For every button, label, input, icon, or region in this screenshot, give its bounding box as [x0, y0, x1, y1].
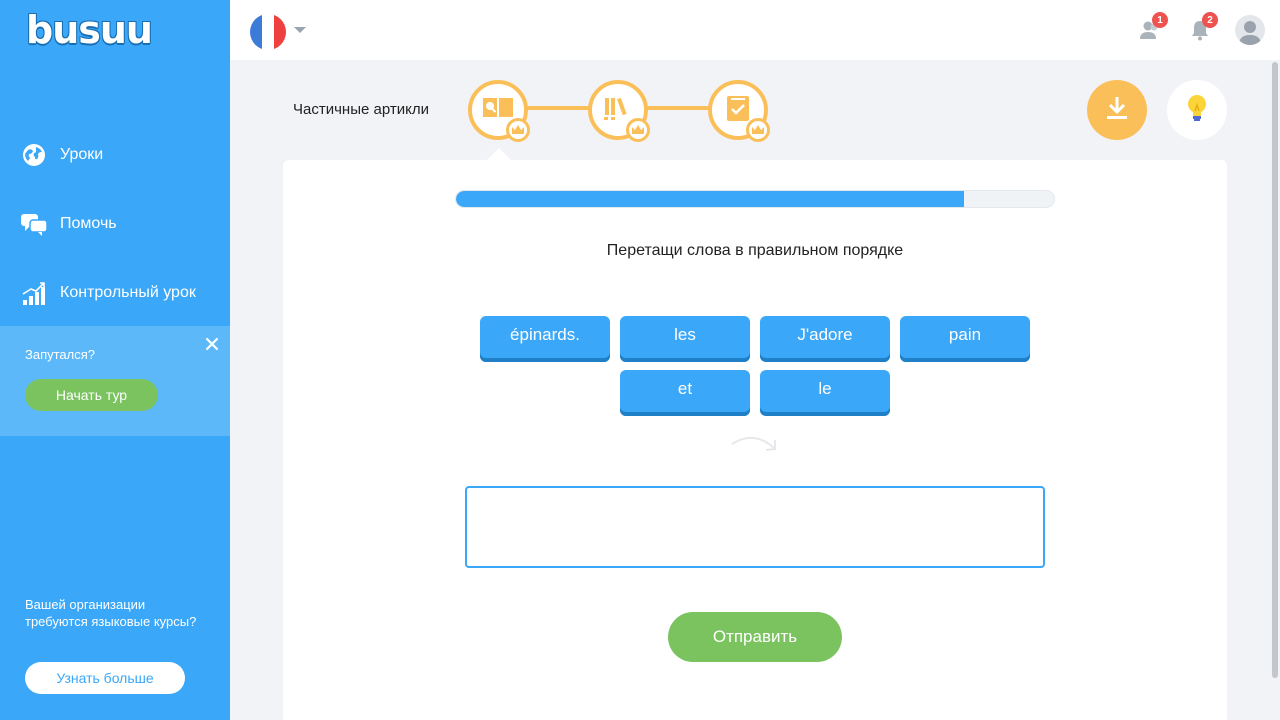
step-grammar[interactable]: [588, 80, 650, 142]
sidebar-item-label: Уроки: [60, 146, 104, 163]
learn-more-button[interactable]: Узнать больше: [25, 662, 185, 694]
close-icon[interactable]: [204, 336, 220, 352]
chevron-down-icon[interactable]: [294, 27, 306, 33]
sidebar-item-label: Помочь: [60, 215, 117, 232]
word-tile[interactable]: J'adore: [760, 316, 890, 362]
progress-bar-fill: [456, 191, 965, 207]
step-connector: [646, 106, 712, 110]
curved-arrow-icon: [728, 432, 784, 460]
bell-icon[interactable]: 2: [1188, 12, 1218, 42]
sidebar-item-label: Контрольный урок: [60, 284, 196, 301]
bar-chart-icon: [20, 279, 48, 307]
active-step-pointer: [487, 148, 511, 160]
start-tour-button[interactable]: Начать тур: [25, 379, 158, 411]
crown-icon: [626, 118, 650, 142]
busuu-logo[interactable]: busuu: [26, 8, 153, 52]
tour-panel: Запутался? Начать тур: [0, 326, 230, 436]
submit-button[interactable]: Отправить: [668, 612, 842, 662]
word-tile[interactable]: pain: [900, 316, 1030, 362]
sidebar-item-checkpoint[interactable]: Контрольный урок: [20, 278, 196, 308]
friends-badge: 1: [1152, 12, 1168, 28]
org-promo-text: Вашей организации требуются языковые кур…: [25, 597, 197, 629]
sidebar: busuu Уроки Помочь Контрольный урок Запу…: [0, 0, 230, 720]
word-tile[interactable]: épinards.: [480, 316, 610, 362]
word-tile[interactable]: le: [760, 370, 890, 416]
notifications-badge: 2: [1202, 12, 1218, 28]
step-vocabulary[interactable]: [468, 80, 530, 142]
sidebar-item-lessons[interactable]: Уроки: [20, 140, 103, 170]
sidebar-item-help[interactable]: Помочь: [20, 209, 117, 239]
answer-drop-zone[interactable]: [465, 486, 1045, 568]
lesson-title: Частичные артикли: [293, 101, 429, 118]
word-tile[interactable]: et: [620, 370, 750, 416]
scrollbar[interactable]: [1270, 60, 1280, 720]
avatar[interactable]: [1235, 15, 1265, 45]
tour-question: Запутался?: [25, 347, 96, 362]
top-bar: 1 2: [230, 0, 1280, 60]
scrollbar-thumb[interactable]: [1272, 62, 1278, 678]
crown-icon: [746, 118, 770, 142]
word-tile[interactable]: les: [620, 316, 750, 362]
download-icon: [1104, 95, 1130, 126]
tips-button[interactable]: [1167, 80, 1227, 140]
step-connector: [526, 106, 592, 110]
progress-bar: [455, 190, 1055, 208]
exercise-instruction: Перетащи слова в правильном порядке: [606, 242, 904, 259]
chat-bubbles-icon: [20, 210, 48, 238]
globe-icon: [20, 141, 48, 169]
lightbulb-icon: [1184, 92, 1210, 129]
step-review[interactable]: [708, 80, 770, 142]
friends-icon[interactable]: 1: [1138, 12, 1168, 42]
download-button[interactable]: [1087, 80, 1147, 140]
crown-icon: [506, 118, 530, 142]
language-flag-icon[interactable]: [250, 14, 286, 50]
